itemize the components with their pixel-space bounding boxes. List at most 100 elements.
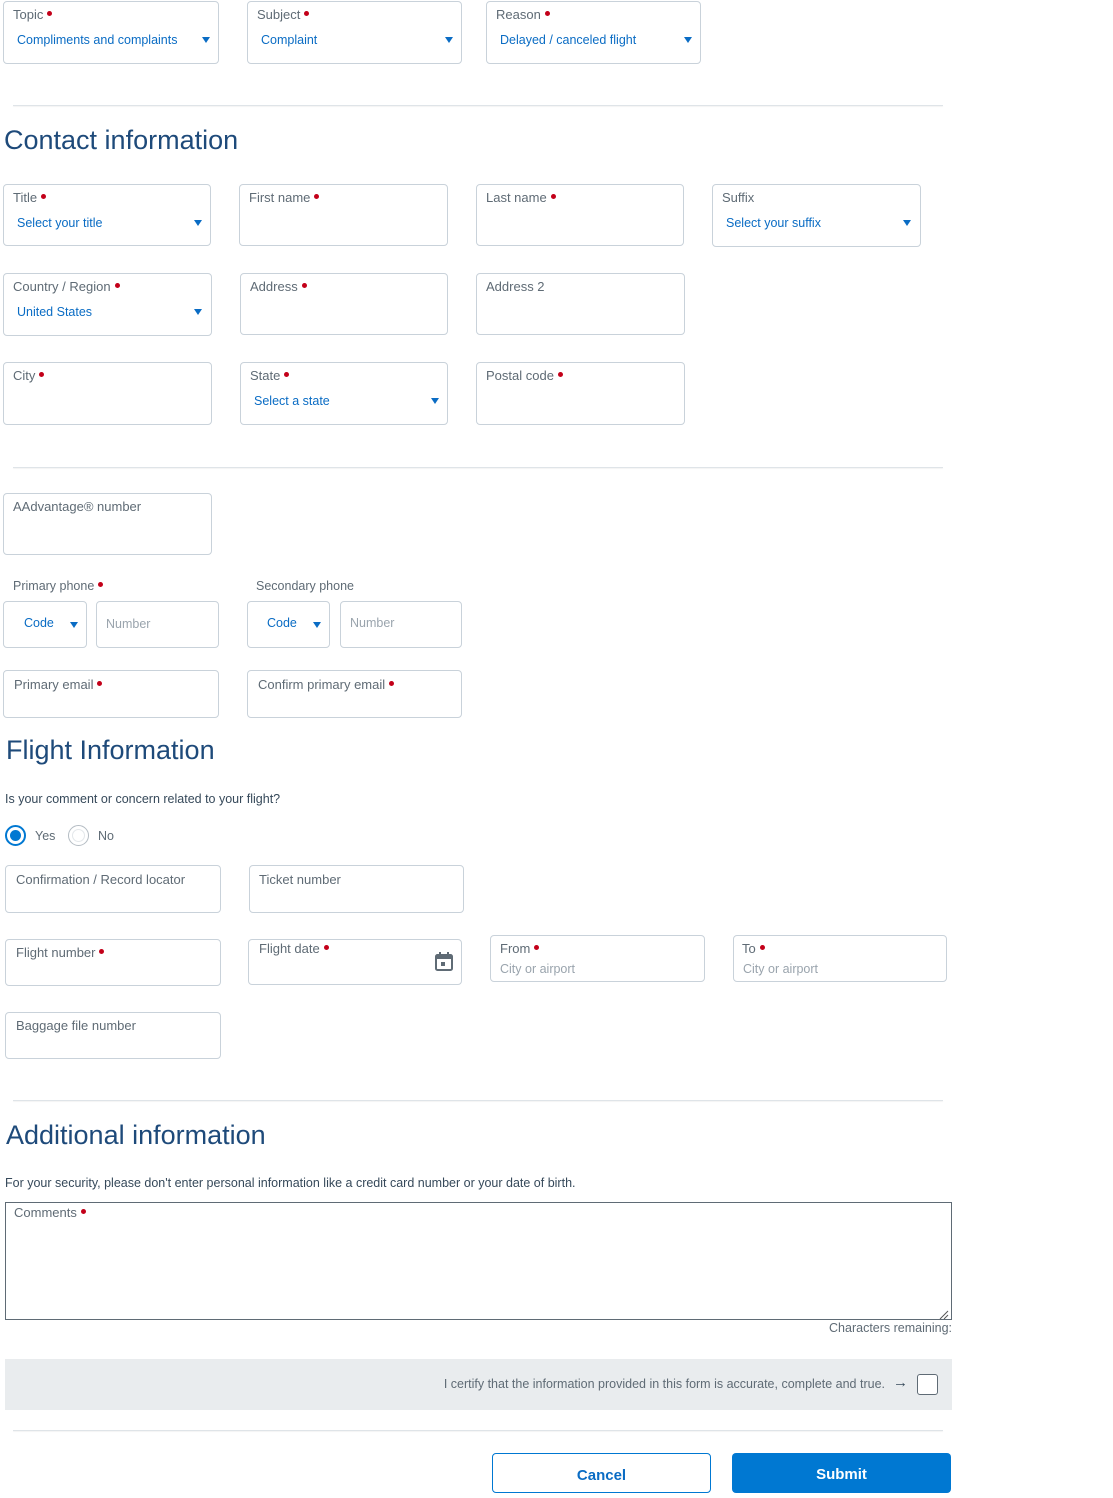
- required-indicator: [47, 11, 53, 17]
- suffix-select[interactable]: Suffix Select your suffix: [712, 184, 921, 247]
- last-name-label: Last name: [486, 190, 556, 205]
- certify-checkbox[interactable]: [917, 1374, 938, 1395]
- country-select[interactable]: Country / Region United States: [3, 273, 212, 336]
- from-label: From: [500, 941, 540, 956]
- ticket-number-field[interactable]: Ticket number: [249, 865, 464, 913]
- divider: [13, 1100, 943, 1101]
- required-indicator: [98, 582, 104, 588]
- radio-yes[interactable]: Yes: [5, 825, 65, 847]
- certify-text: I certify that the information provided …: [443, 1377, 885, 1391]
- confirmation-field[interactable]: Confirmation / Record locator: [5, 865, 221, 913]
- topic-select[interactable]: Topic Compliments and complaints: [3, 1, 219, 64]
- subject-select[interactable]: Subject Complaint: [247, 1, 462, 64]
- address-label: Address: [250, 279, 307, 294]
- first-name-label: First name: [249, 190, 320, 205]
- required-indicator: [284, 372, 290, 378]
- required-indicator: [557, 372, 563, 378]
- radio-unselected-icon: [68, 825, 89, 846]
- chevron-down-icon: [684, 37, 692, 43]
- to-field[interactable]: To City or airport: [733, 935, 947, 982]
- reason-select[interactable]: Reason Delayed / canceled flight: [486, 1, 701, 64]
- flight-date-field[interactable]: Flight date: [248, 939, 462, 985]
- divider: [13, 105, 943, 106]
- flight-date-label: Flight date: [259, 941, 329, 956]
- suffix-label: Suffix: [722, 190, 755, 205]
- required-indicator: [550, 194, 556, 200]
- subject-label: Subject: [257, 7, 310, 22]
- flight-heading: Flight Information: [6, 735, 215, 765]
- submit-button[interactable]: Submit: [732, 1453, 951, 1493]
- required-indicator: [544, 11, 550, 17]
- last-name-field[interactable]: Last name: [476, 184, 684, 246]
- chevron-down-icon: [194, 220, 202, 226]
- aadvantage-number-field[interactable]: AAdvantage® number: [3, 493, 212, 555]
- title-value: Select your title: [17, 216, 103, 230]
- comments-textarea[interactable]: Comments: [5, 1202, 952, 1320]
- calendar-icon[interactable]: [435, 952, 453, 971]
- radio-no-label: No: [98, 829, 114, 843]
- required-indicator: [99, 949, 105, 955]
- country-value: United States: [17, 305, 93, 319]
- reason-value: Delayed / canceled flight: [500, 33, 637, 47]
- city-label: City: [13, 368, 45, 383]
- title-label: Title: [13, 190, 47, 205]
- required-indicator: [389, 681, 395, 687]
- ticket-number-label: Ticket number: [259, 872, 341, 887]
- primary-phone-label: Primary phone: [13, 579, 104, 593]
- chevron-down-icon: [431, 398, 439, 404]
- radio-no[interactable]: No: [68, 825, 128, 847]
- primary-email-label: Primary email: [14, 677, 103, 692]
- state-value: Select a state: [254, 394, 330, 408]
- required-indicator: [323, 945, 329, 951]
- title-select[interactable]: Title Select your title: [3, 184, 211, 246]
- secondary-phone-number-input[interactable]: Number: [340, 601, 462, 648]
- address-field[interactable]: Address: [240, 273, 448, 335]
- flight-number-field[interactable]: Flight number: [5, 939, 221, 986]
- radio-selected-icon: [5, 825, 26, 846]
- to-label: To: [742, 941, 765, 956]
- required-indicator: [114, 283, 120, 289]
- country-label: Country / Region: [13, 279, 120, 294]
- state-label: State: [250, 368, 290, 383]
- arrow-right-icon: →: [893, 1374, 908, 1391]
- divider: [13, 467, 943, 468]
- subject-value: Complaint: [261, 33, 318, 47]
- required-indicator: [97, 681, 103, 687]
- aadvantage-label: AAdvantage® number: [13, 499, 142, 514]
- city-field[interactable]: City: [3, 362, 212, 425]
- topic-label: Topic: [13, 7, 53, 22]
- resize-handle-icon[interactable]: [939, 1307, 949, 1320]
- cancel-button[interactable]: Cancel: [492, 1453, 711, 1493]
- confirmation-label: Confirmation / Record locator: [16, 872, 186, 887]
- secondary-phone-code-select[interactable]: Code: [247, 601, 330, 648]
- required-indicator: [301, 283, 307, 289]
- topic-value: Compliments and complaints: [17, 33, 178, 47]
- radio-yes-label: Yes: [35, 829, 56, 843]
- chevron-down-icon: [313, 622, 321, 628]
- chevron-down-icon: [445, 37, 453, 43]
- primary-phone-code-value: Code: [24, 616, 54, 630]
- primary-phone-code-select[interactable]: Code: [3, 601, 87, 648]
- characters-remaining: Characters remaining:: [829, 1321, 952, 1335]
- address2-field[interactable]: Address 2: [476, 273, 685, 335]
- chevron-down-icon: [202, 37, 210, 43]
- flight-number-label: Flight number: [16, 945, 105, 960]
- primary-email-field[interactable]: Primary email: [3, 670, 219, 718]
- reason-label: Reason: [496, 7, 550, 22]
- baggage-file-field[interactable]: Baggage file number: [5, 1012, 221, 1059]
- flight-question: Is your comment or concern related to yo…: [5, 792, 281, 806]
- divider: [13, 1430, 943, 1431]
- confirm-email-field[interactable]: Confirm primary email: [247, 670, 462, 718]
- postal-code-field[interactable]: Postal code: [476, 362, 685, 425]
- first-name-field[interactable]: First name: [239, 184, 448, 246]
- confirm-email-label: Confirm primary email: [258, 677, 395, 692]
- secondary-phone-label: Secondary phone: [256, 579, 354, 593]
- required-indicator: [80, 1209, 86, 1215]
- from-placeholder: City or airport: [500, 962, 576, 976]
- required-indicator: [304, 11, 310, 17]
- from-field[interactable]: From City or airport: [490, 935, 705, 982]
- suffix-value: Select your suffix: [726, 216, 821, 230]
- contact-heading: Contact information: [4, 125, 239, 155]
- primary-phone-number-input[interactable]: Number: [96, 601, 219, 648]
- state-select[interactable]: State Select a state: [240, 362, 448, 425]
